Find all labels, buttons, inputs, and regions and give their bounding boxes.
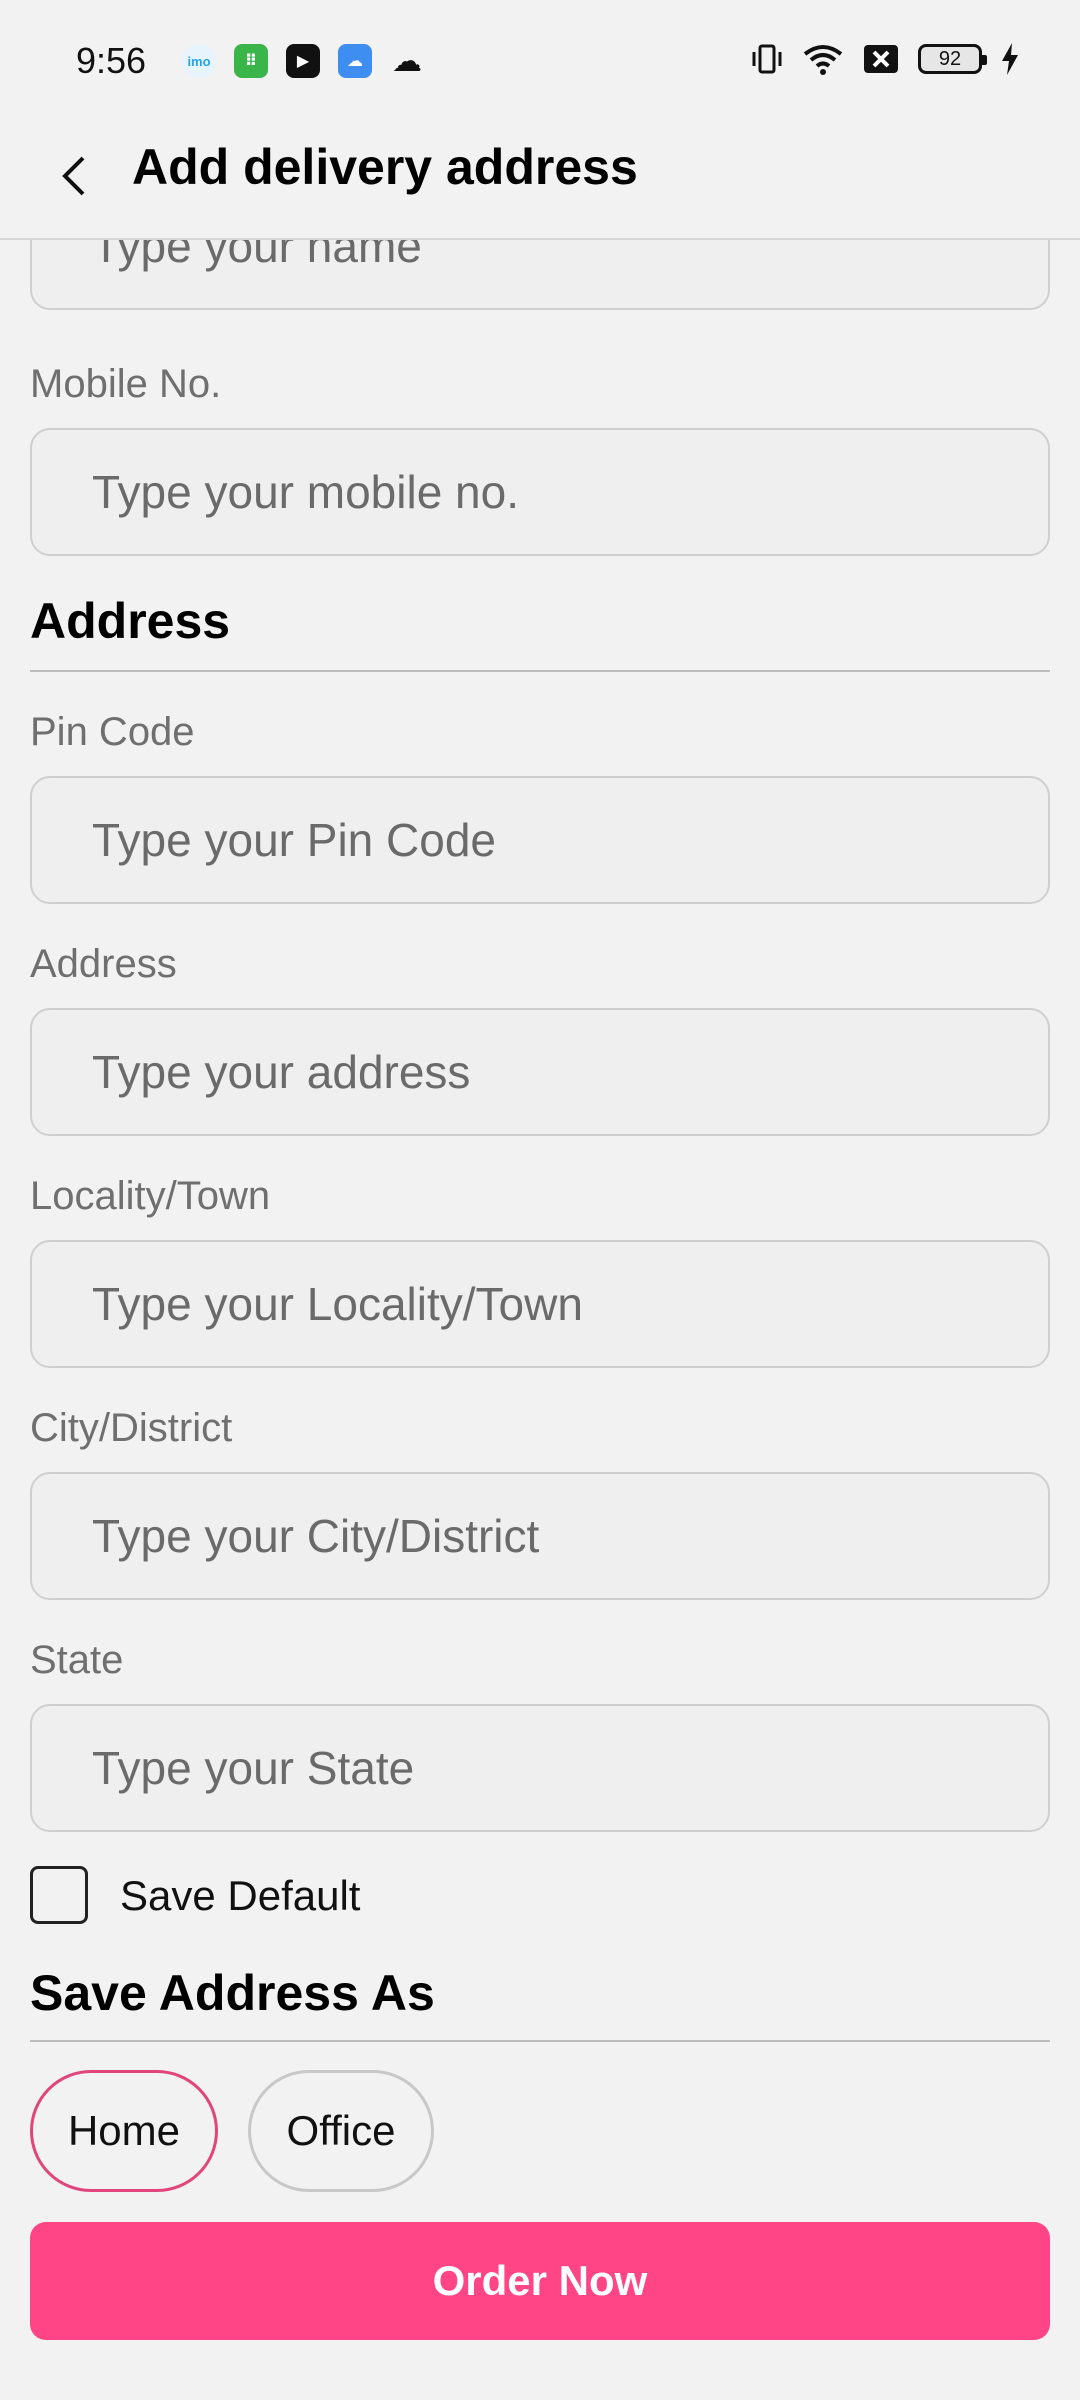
system-status: 92 bbox=[750, 42, 1020, 76]
no-signal-icon bbox=[864, 45, 898, 73]
mobile-input[interactable] bbox=[30, 428, 1050, 556]
state-input[interactable] bbox=[30, 1704, 1050, 1832]
notification-icons: imo ⠿ ▶ ☁ ☁ bbox=[182, 44, 424, 78]
address-input[interactable] bbox=[30, 1008, 1050, 1136]
office-chip[interactable]: Office bbox=[248, 2070, 434, 2192]
address-section-title: Address bbox=[30, 593, 231, 649]
page-title: Add delivery address bbox=[132, 139, 638, 195]
address-label: Address bbox=[30, 942, 177, 986]
cloud-icon: ☁ bbox=[392, 44, 422, 78]
save-as-divider bbox=[30, 2040, 1050, 2042]
city-label: City/District bbox=[30, 1406, 233, 1450]
save-as-title: Save Address As bbox=[30, 1965, 435, 2021]
pin-code-label: Pin Code bbox=[30, 710, 195, 754]
mobile-label: Mobile No. bbox=[30, 362, 222, 406]
save-default-checkbox[interactable] bbox=[30, 1866, 88, 1924]
address-form[interactable]: Mobile No. Address Pin Code Address Loca… bbox=[0, 240, 1080, 2400]
youtube-icon: ▶ bbox=[286, 44, 320, 78]
chevron-left-icon bbox=[62, 156, 85, 196]
battery-indicator: 92 bbox=[918, 44, 987, 74]
locality-label: Locality/Town bbox=[30, 1174, 271, 1218]
pin-code-input[interactable] bbox=[30, 776, 1050, 904]
weather-icon: ☁ bbox=[338, 44, 372, 78]
status-time: 9:56 bbox=[76, 40, 147, 81]
order-now-button[interactable]: Order Now bbox=[30, 2222, 1050, 2340]
imo-icon: imo bbox=[182, 44, 216, 78]
charging-icon bbox=[1002, 43, 1018, 75]
back-button[interactable] bbox=[44, 146, 104, 206]
home-chip[interactable]: Home bbox=[30, 2070, 218, 2192]
vibrate-icon bbox=[752, 44, 782, 74]
status-bar: 9:56 imo ⠿ ▶ ☁ ☁ 92 bbox=[0, 0, 1080, 120]
shop-app-icon: ⠿ bbox=[234, 44, 268, 78]
city-input[interactable] bbox=[30, 1472, 1050, 1600]
save-default-label[interactable]: Save Default bbox=[120, 1872, 360, 1920]
section-divider bbox=[30, 670, 1050, 672]
name-input[interactable] bbox=[30, 240, 1050, 310]
wifi-icon bbox=[803, 45, 843, 75]
state-label: State bbox=[30, 1638, 124, 1682]
locality-input[interactable] bbox=[30, 1240, 1050, 1368]
app-bar: Add delivery address bbox=[0, 120, 1080, 240]
